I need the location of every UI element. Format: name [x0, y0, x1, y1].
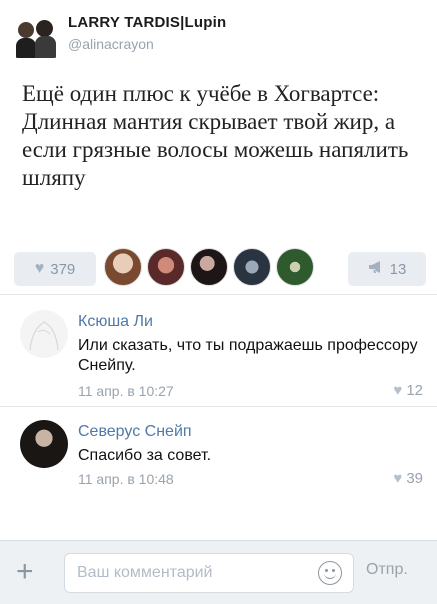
megaphone-icon [368, 260, 384, 279]
commenter-avatar[interactable] [20, 310, 68, 358]
reactions-bar: ♥ 379 13 [0, 248, 437, 288]
comment-like-button[interactable]: ♥ 12 [393, 382, 423, 400]
liker-avatar[interactable] [104, 248, 142, 286]
liker-avatar[interactable] [233, 248, 271, 286]
liker-avatar[interactable] [147, 248, 185, 286]
comment-date[interactable]: 11 апр. в 10:48 [78, 470, 174, 488]
heart-icon: ♥ [393, 470, 403, 487]
comment-text: Спасибо за совет. [78, 447, 212, 464]
like-count: 379 [50, 260, 76, 278]
commenter-avatar[interactable] [20, 420, 68, 468]
comment-composer: + Отпр. [0, 540, 437, 604]
comment-text: Или сказать, что ты подражаешь профессор… [78, 337, 418, 374]
liker-avatar[interactable] [276, 248, 314, 286]
author-name[interactable]: LARRY TARDIS|Lupin [68, 14, 226, 32]
commenter-name[interactable]: Ксюша Ли [78, 312, 153, 332]
heart-icon: ♥ [393, 382, 403, 399]
liker-avatar[interactable] [190, 248, 228, 286]
post-text: Ещё один плюс к учёбе в Хогвартсе: Длинн… [22, 81, 409, 190]
comment-like-count: 12 [406, 382, 423, 399]
comment-date[interactable]: 11 апр. в 10:27 [78, 382, 174, 400]
send-button[interactable]: Отпр. [366, 561, 408, 579]
author-block: LARRY TARDIS|Lupin @alinacrayon [68, 14, 226, 53]
plus-icon[interactable]: + [16, 555, 34, 589]
likers-list [104, 248, 319, 286]
comment-like-button[interactable]: ♥ 39 [393, 470, 423, 488]
comment-like-count: 39 [406, 470, 423, 487]
comment-item: Северус Снейп Спасибо за совет. 11 апр. … [0, 406, 437, 506]
author-avatar[interactable] [14, 14, 58, 58]
share-button[interactable]: 13 [348, 252, 426, 286]
author-handle[interactable]: @alinacrayon [68, 35, 226, 53]
share-count: 13 [389, 260, 407, 278]
like-button[interactable]: ♥ 379 [14, 252, 96, 286]
smile-icon[interactable] [318, 561, 342, 585]
comment-item: Ксюша Ли Или сказать, что ты подражаешь … [0, 294, 437, 406]
post-header: LARRY TARDIS|Lupin @alinacrayon [14, 14, 226, 58]
commenter-name[interactable]: Северус Снейп [78, 422, 192, 442]
comment-input[interactable] [64, 553, 354, 593]
heart-icon: ♥ [34, 260, 45, 277]
